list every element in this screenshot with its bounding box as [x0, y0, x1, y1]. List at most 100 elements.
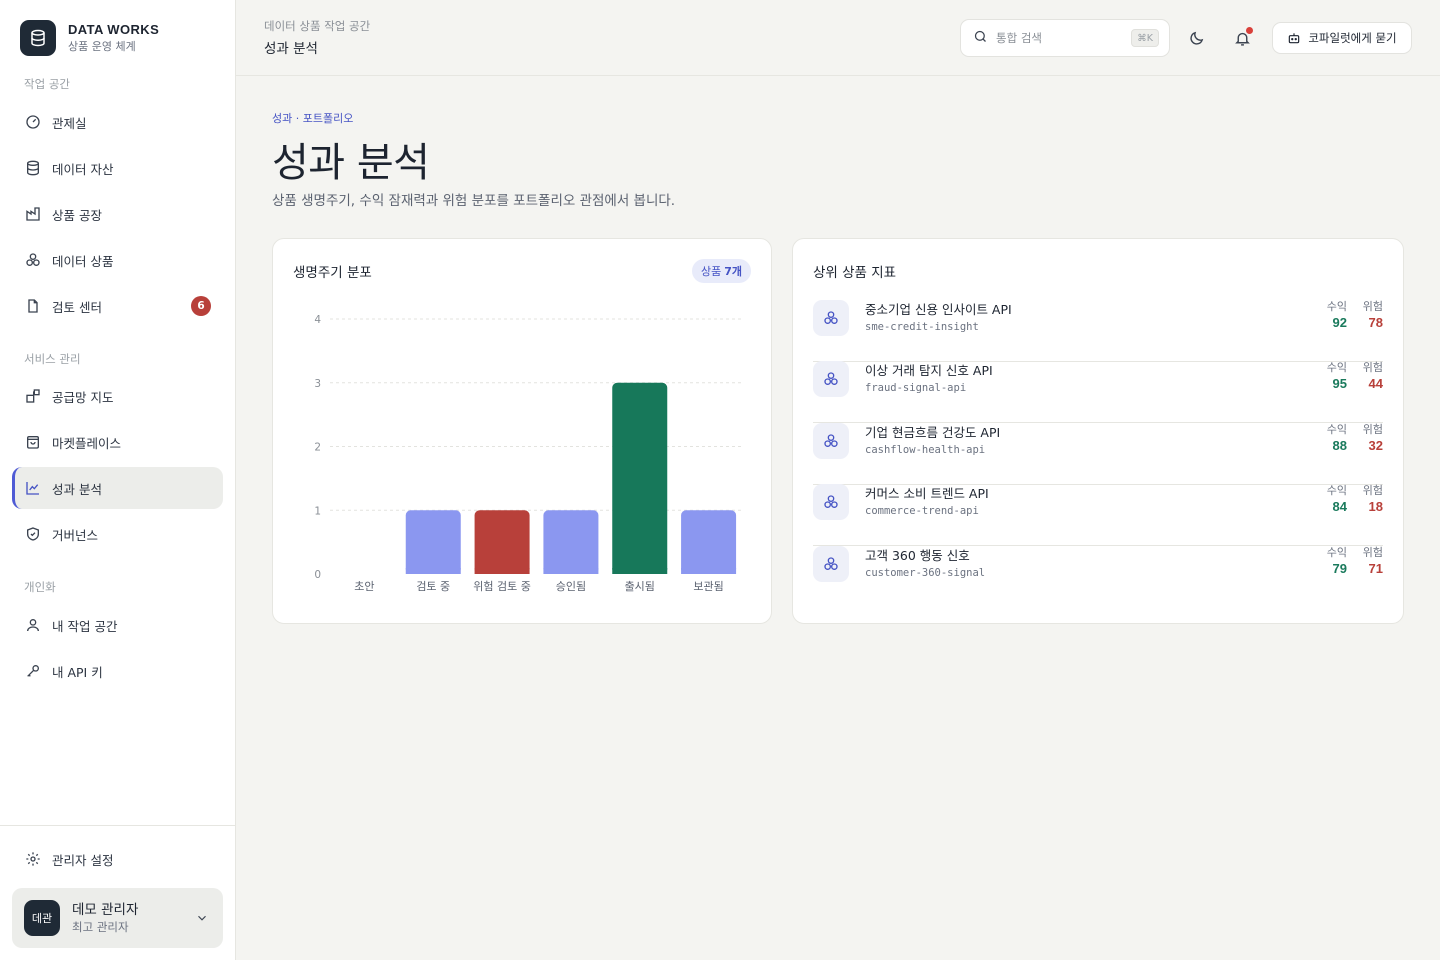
count-badge: 6: [191, 296, 211, 316]
x-tick-label: 초안: [354, 580, 374, 593]
boxes-icon: [813, 546, 849, 582]
sidebar-item-marketplace[interactable]: 마켓플레이스: [12, 421, 223, 463]
x-tick-label: 출시됨: [625, 580, 655, 593]
user-role: 최고 관리자: [72, 920, 129, 934]
sidebar-item-my-workspace[interactable]: 내 작업 공간: [12, 604, 223, 646]
avatar: 데관: [24, 900, 60, 936]
product-row[interactable]: 커머스 소비 트렌드 API commerce-trend-api 수익 84 위험 18: [813, 484, 1383, 546]
bar[interactable]: [474, 510, 530, 574]
product-row[interactable]: 고객 360 행동 신호 customer-360-signal 수익 79 위험 71: [813, 546, 1383, 608]
x-tick-label: 승인됨: [556, 580, 586, 593]
blocks-icon: [24, 387, 42, 405]
file-check-icon: [24, 297, 42, 315]
bar-base: [543, 568, 599, 574]
sidebar-item-api-keys[interactable]: 내 API 키: [12, 650, 223, 692]
bar[interactable]: [681, 510, 737, 574]
sidebar-item-label: 공급망 지도: [52, 389, 114, 405]
brand-title: DATA WORKS: [68, 22, 160, 37]
revenue-metric: 수익 79: [1307, 546, 1347, 578]
product-slug: customer-360-signal: [865, 567, 986, 579]
boxes-icon: [813, 423, 849, 459]
y-tick-label: 1: [314, 505, 321, 517]
bar[interactable]: [612, 382, 668, 574]
product-row[interactable]: 기업 현금흐름 건강도 API cashflow-health-api 수익 88 위험…: [813, 423, 1383, 485]
bar[interactable]: [543, 510, 599, 574]
sidebar-item-review-center[interactable]: 검토 센터 6: [12, 285, 223, 327]
database-icon: [20, 20, 56, 56]
product-name: 이상 거래 탐지 신호 API: [865, 363, 993, 378]
bar-base: [612, 568, 668, 574]
risk-metric: 위험 32: [1343, 423, 1383, 455]
y-tick-label: 0: [314, 569, 321, 581]
user-icon: [24, 616, 42, 634]
section-label-service: 서비스 관리: [24, 352, 81, 366]
bar-base: [474, 568, 530, 574]
product-name: 고객 360 행동 신호: [865, 548, 970, 563]
product-row[interactable]: 이상 거래 탐지 신호 API fraud-signal-api 수익 95 위험 44: [813, 361, 1383, 423]
sidebar-item-product-factory[interactable]: 상품 공장: [12, 193, 223, 235]
chevron-down-icon: [195, 910, 209, 929]
sidebar-item-performance[interactable]: 성과 분석: [12, 467, 223, 509]
product-name: 중소기업 신용 인사이트 API: [865, 302, 1012, 317]
y-tick-label: 2: [314, 442, 321, 454]
sidebar-item-supply-map[interactable]: 공급망 지도: [12, 375, 223, 417]
risk-label: 위험: [1362, 361, 1383, 374]
shortcut-hint: ⌘K: [1131, 29, 1159, 47]
sidebar-item-control-room[interactable]: 관제실: [12, 101, 223, 143]
sidebar-item-data-products[interactable]: 데이터 상품: [12, 239, 223, 281]
product-slug: fraud-signal-api: [865, 382, 967, 394]
sidebar-item-admin-settings[interactable]: 관리자 설정: [12, 838, 223, 880]
header-title: 성과 분석: [264, 41, 318, 57]
revenue-metric: 수익 92: [1307, 300, 1347, 332]
boxes-icon: [24, 251, 42, 269]
product-name: 기업 현금흐름 건강도 API: [865, 425, 1001, 440]
sidebar-item-label: 내 API 키: [52, 664, 103, 680]
factory-icon: [24, 205, 42, 223]
lifecycle-bar-chart: 0 1 2 3 4 초안 검토 중 위험 검토 중 승인됨 출시됨 보관됨: [314, 314, 743, 593]
user-menu[interactable]: 데관 데모 관리자 최고 관리자: [12, 888, 223, 948]
bar-base: [405, 568, 461, 574]
revenue-label: 수익: [1326, 546, 1347, 559]
gear-icon: [24, 850, 42, 868]
sidebar-item-data-assets[interactable]: 데이터 자산: [12, 147, 223, 189]
notification-dot: [1246, 27, 1253, 34]
gauge-icon: [24, 113, 42, 131]
moon-icon[interactable]: [1185, 27, 1207, 49]
sidebar-item-label: 데이터 자산: [52, 161, 114, 177]
boxes-icon: [813, 361, 849, 397]
revenue-value: 79: [1332, 561, 1347, 576]
bell-icon[interactable]: [1231, 27, 1253, 49]
revenue-label: 수익: [1326, 300, 1347, 313]
product-slug: commerce-trend-api: [865, 505, 979, 517]
risk-label: 위험: [1362, 484, 1383, 497]
page-title: 성과 분석: [272, 140, 430, 186]
chart-line-icon: [24, 479, 42, 497]
page-description: 상품 생명주기, 수익 잠재력과 위험 분포를 포트폴리오 관점에서 봅니다.: [272, 193, 676, 209]
search-icon: [973, 29, 988, 48]
product-row[interactable]: 중소기업 신용 인사이트 API sme-credit-insight 수익 92 위험…: [813, 300, 1383, 362]
brand[interactable]: DATA WORKS 상품 운영 체계: [20, 20, 159, 56]
user-name: 데모 관리자: [72, 902, 139, 918]
search-input[interactable]: [996, 31, 1126, 45]
bar[interactable]: [405, 510, 461, 574]
risk-value: 44: [1368, 376, 1383, 391]
sidebar-item-label: 관리자 설정: [52, 852, 114, 868]
product-slug: sme-credit-insight: [865, 321, 979, 333]
risk-metric: 위험 71: [1343, 546, 1383, 578]
risk-metric: 위험 44: [1343, 361, 1383, 393]
search-box[interactable]: ⌘K: [960, 19, 1170, 57]
revenue-value: 92: [1332, 315, 1347, 330]
risk-label: 위험: [1362, 300, 1383, 313]
sidebar-item-governance[interactable]: 거버넌스: [12, 513, 223, 555]
brand-subtitle: 상품 운영 체계: [68, 40, 136, 53]
x-tick-label: 보관됨: [693, 580, 723, 593]
top-products-card: 상위 상품 지표 중소기업 신용 인사이트 API sme-credit-insi…: [792, 238, 1404, 624]
sidebar-item-label: 관제실: [52, 115, 87, 131]
top-products-title: 상위 상품 지표: [813, 265, 897, 281]
revenue-metric: 수익 95: [1307, 361, 1347, 393]
sidebar-item-label: 거버넌스: [52, 527, 99, 543]
bot-icon: [1287, 31, 1301, 45]
shopping-bag-icon: [24, 433, 42, 451]
ask-copilot-button[interactable]: 코파일럿에게 묻기: [1272, 22, 1412, 54]
sidebar-item-label: 검토 센터: [52, 299, 102, 315]
